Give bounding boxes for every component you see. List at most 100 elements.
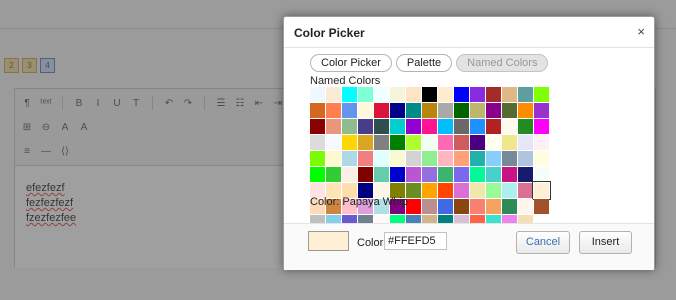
color-swatch[interactable] xyxy=(390,119,405,134)
color-swatch[interactable] xyxy=(358,167,373,182)
color-swatch[interactable] xyxy=(470,135,485,150)
color-swatch[interactable] xyxy=(438,199,453,214)
tab-color-picker[interactable]: Color Picker xyxy=(310,54,392,72)
color-swatch[interactable] xyxy=(470,199,485,214)
color-swatch[interactable] xyxy=(470,119,485,134)
color-swatch[interactable] xyxy=(406,183,421,198)
color-swatch[interactable] xyxy=(454,135,469,150)
color-swatch[interactable] xyxy=(390,135,405,150)
color-swatch[interactable] xyxy=(502,167,517,182)
color-swatch[interactable] xyxy=(422,199,437,214)
color-swatch[interactable] xyxy=(310,167,325,182)
color-swatch[interactable] xyxy=(326,119,341,134)
color-swatch[interactable] xyxy=(454,87,469,102)
color-swatch[interactable] xyxy=(454,167,469,182)
color-swatch[interactable] xyxy=(502,135,517,150)
color-swatch[interactable] xyxy=(438,87,453,102)
color-swatch[interactable] xyxy=(470,183,485,198)
color-swatch[interactable] xyxy=(518,151,533,166)
color-swatch[interactable] xyxy=(502,103,517,118)
color-swatch[interactable] xyxy=(390,103,405,118)
color-swatch[interactable] xyxy=(342,167,357,182)
color-swatch[interactable] xyxy=(326,135,341,150)
color-swatch[interactable] xyxy=(326,87,341,102)
color-swatch[interactable] xyxy=(486,135,501,150)
color-swatch[interactable] xyxy=(454,151,469,166)
color-swatch[interactable] xyxy=(534,199,549,214)
color-swatch[interactable] xyxy=(470,103,485,118)
color-swatch[interactable] xyxy=(358,135,373,150)
color-swatch[interactable] xyxy=(518,183,533,198)
color-swatch[interactable] xyxy=(534,151,549,166)
color-swatch[interactable] xyxy=(502,119,517,134)
color-swatch[interactable] xyxy=(454,103,469,118)
color-swatch[interactable] xyxy=(406,199,421,214)
color-swatch[interactable] xyxy=(390,151,405,166)
color-swatch[interactable] xyxy=(534,135,549,150)
color-swatch[interactable] xyxy=(502,151,517,166)
color-swatch[interactable] xyxy=(422,135,437,150)
color-swatch[interactable] xyxy=(406,119,421,134)
color-swatch[interactable] xyxy=(310,87,325,102)
color-swatch[interactable] xyxy=(310,103,325,118)
color-swatch[interactable] xyxy=(518,103,533,118)
color-swatch[interactable] xyxy=(438,119,453,134)
color-swatch[interactable] xyxy=(406,87,421,102)
color-swatch[interactable] xyxy=(342,103,357,118)
color-swatch[interactable] xyxy=(374,119,389,134)
color-swatch[interactable] xyxy=(390,167,405,182)
insert-button[interactable]: Insert xyxy=(579,231,632,254)
color-swatch[interactable] xyxy=(502,87,517,102)
color-swatch[interactable] xyxy=(342,87,357,102)
color-swatch[interactable] xyxy=(406,103,421,118)
color-swatch[interactable] xyxy=(454,183,469,198)
color-swatch[interactable] xyxy=(358,87,373,102)
color-swatch[interactable] xyxy=(342,119,357,134)
color-swatch[interactable] xyxy=(374,87,389,102)
color-swatch[interactable] xyxy=(470,167,485,182)
color-swatch[interactable] xyxy=(326,151,341,166)
color-swatch[interactable] xyxy=(406,135,421,150)
color-swatch[interactable] xyxy=(326,103,341,118)
color-swatch[interactable] xyxy=(374,135,389,150)
color-swatch[interactable] xyxy=(534,119,549,134)
color-swatch[interactable] xyxy=(486,167,501,182)
color-swatch[interactable] xyxy=(422,167,437,182)
color-swatch[interactable] xyxy=(486,87,501,102)
color-swatch[interactable] xyxy=(534,87,549,102)
color-swatch[interactable] xyxy=(310,151,325,166)
color-swatch[interactable] xyxy=(438,151,453,166)
color-swatch[interactable] xyxy=(486,151,501,166)
color-swatch[interactable] xyxy=(422,119,437,134)
color-swatch[interactable] xyxy=(358,151,373,166)
color-swatch[interactable] xyxy=(502,183,517,198)
color-swatch[interactable] xyxy=(486,183,501,198)
color-swatch[interactable] xyxy=(518,167,533,182)
color-swatch[interactable] xyxy=(534,103,549,118)
cancel-button[interactable]: Cancel xyxy=(516,231,570,254)
color-swatch[interactable] xyxy=(422,183,437,198)
color-swatch[interactable] xyxy=(406,151,421,166)
color-swatch[interactable] xyxy=(470,151,485,166)
color-swatch[interactable] xyxy=(342,151,357,166)
color-swatch[interactable] xyxy=(342,135,357,150)
color-swatch[interactable] xyxy=(438,135,453,150)
color-swatch[interactable] xyxy=(438,103,453,118)
color-swatch[interactable] xyxy=(390,87,405,102)
color-swatch[interactable] xyxy=(454,119,469,134)
color-swatch[interactable] xyxy=(358,103,373,118)
color-swatch[interactable] xyxy=(358,119,373,134)
close-icon[interactable]: × xyxy=(637,24,645,39)
color-swatch[interactable] xyxy=(374,151,389,166)
color-swatch[interactable] xyxy=(534,167,549,182)
tab-palette[interactable]: Palette xyxy=(395,54,453,72)
color-swatch[interactable] xyxy=(518,119,533,134)
color-swatch[interactable] xyxy=(518,87,533,102)
color-swatch[interactable] xyxy=(518,135,533,150)
color-swatch[interactable] xyxy=(533,182,550,199)
color-swatch[interactable] xyxy=(502,199,517,214)
color-swatch[interactable] xyxy=(486,199,501,214)
color-swatch[interactable] xyxy=(486,119,501,134)
color-swatch[interactable] xyxy=(486,103,501,118)
color-swatch[interactable] xyxy=(310,119,325,134)
